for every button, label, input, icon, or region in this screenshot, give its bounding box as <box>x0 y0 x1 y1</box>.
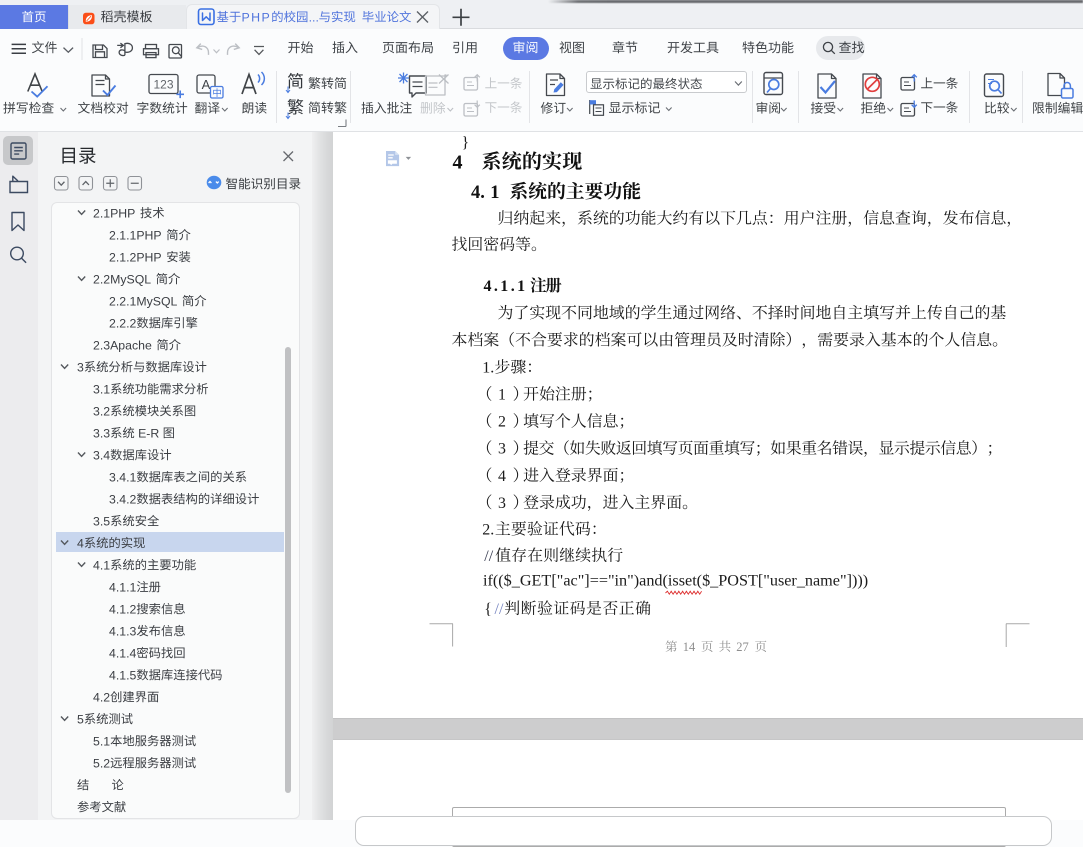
svg-text:2.2MySQL: 2.2MySQL <box>93 272 151 286</box>
svg-text:5.2: 5.2 <box>93 756 110 770</box>
svg-text:}: } <box>462 135 470 152</box>
svg-text:1.: 1. <box>482 359 494 376</box>
svg-text:3: 3 <box>498 441 506 458</box>
svg-text:1: 1 <box>490 183 499 203</box>
svg-text:3.2: 3.2 <box>93 404 110 418</box>
svg-text:2: 2 <box>498 414 506 431</box>
svg-text:E-R: E-R <box>138 426 159 440</box>
svg-text:2.2.1MySQL: 2.2.1MySQL <box>109 294 178 308</box>
svg-text:3.5: 3.5 <box>93 514 110 528</box>
svg-text:2.3Apache: 2.3Apache <box>93 338 152 352</box>
svg-text:4: 4 <box>453 151 463 173</box>
svg-text:PHP: PHP <box>242 10 272 24</box>
svg-text:4.1.4: 4.1.4 <box>109 646 137 660</box>
svg-text:4.1.1: 4.1.1 <box>109 580 137 594</box>
svg-text://: // <box>495 601 504 618</box>
svg-text:...: ... <box>309 10 319 24</box>
svg-text:4: 4 <box>77 536 84 550</box>
svg-text:3.3: 3.3 <box>93 426 110 440</box>
svg-text:2.1PHP: 2.1PHP <box>93 206 135 220</box>
svg-text:3.4: 3.4 <box>93 448 110 462</box>
svg-text:{: { <box>484 601 492 618</box>
svg-text:3: 3 <box>498 495 506 512</box>
svg-text:2.1.1PHP: 2.1.1PHP <box>109 228 162 242</box>
svg-text:3: 3 <box>77 360 84 374</box>
svg-text:5.1: 5.1 <box>93 734 110 748</box>
svg-text:2.: 2. <box>482 521 494 538</box>
svg-text:2.2.2: 2.2.2 <box>109 316 137 330</box>
svg-text:4.1.1: 4.1.1 <box>484 278 528 295</box>
svg-text:123: 123 <box>153 78 173 92</box>
svg-text:4: 4 <box>498 468 506 485</box>
svg-text:4.: 4. <box>471 183 485 203</box>
svg-text:14: 14 <box>683 640 696 654</box>
svg-text:A: A <box>202 77 211 92</box>
svg-text:if(($_GET["ac"]=="in")and(isse: if(($_GET["ac"]=="in")and(isset($_POST["… <box>483 571 868 589</box>
svg-text:4.1.5: 4.1.5 <box>109 668 137 682</box>
svg-text:4.1.3: 4.1.3 <box>109 624 137 638</box>
svg-text:2.1.2PHP: 2.1.2PHP <box>109 250 162 264</box>
svg-text:3.1: 3.1 <box>93 382 110 396</box>
svg-text:5: 5 <box>77 712 84 726</box>
svg-text:4.2: 4.2 <box>93 690 110 704</box>
svg-text:3.4.1: 3.4.1 <box>109 470 137 484</box>
svg-text:1: 1 <box>498 387 506 404</box>
svg-text://: // <box>484 548 493 565</box>
svg-text:4.1: 4.1 <box>93 558 110 572</box>
svg-text:4.1.2: 4.1.2 <box>109 602 137 616</box>
svg-text:3.4.2: 3.4.2 <box>109 492 137 506</box>
svg-text:27: 27 <box>736 640 749 654</box>
